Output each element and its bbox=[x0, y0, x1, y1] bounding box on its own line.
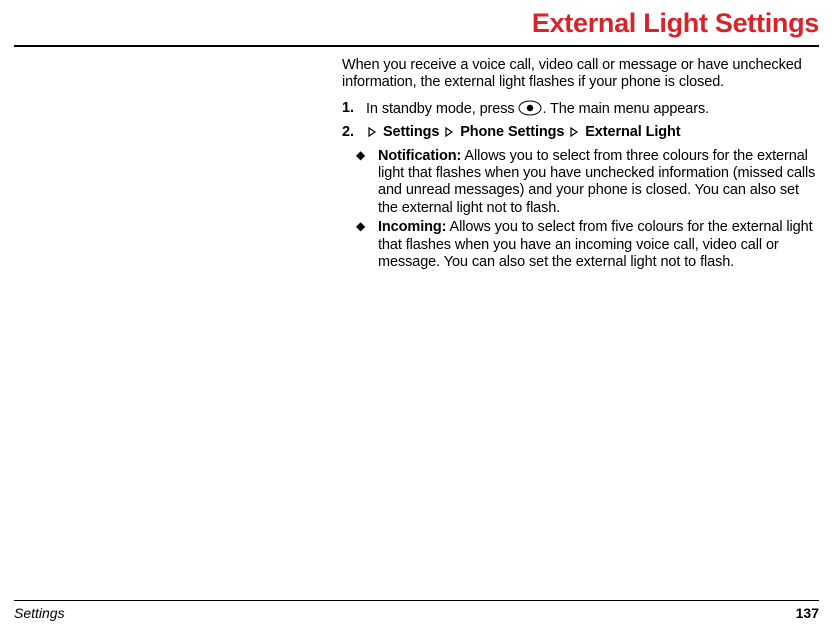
title-rule bbox=[14, 45, 819, 47]
menu-path-item: External Light bbox=[585, 124, 680, 140]
footer-section-name: Settings bbox=[14, 605, 65, 621]
step-content: In standby mode, press . The main menu a… bbox=[366, 100, 819, 118]
sub-item-text: Notification: Allows you to select from … bbox=[378, 148, 819, 218]
chevron-icon bbox=[570, 125, 579, 135]
footer-page-number: 137 bbox=[796, 605, 819, 621]
sub-item-text: Incoming: Allows you to select from five… bbox=[378, 219, 819, 271]
page-footer: Settings 137 bbox=[14, 600, 819, 621]
diamond-bullet-icon: ◆ bbox=[356, 219, 378, 271]
chevron-icon bbox=[368, 125, 377, 135]
step-text-after: . The main menu appears. bbox=[542, 101, 709, 117]
step-content: Settings Phone Settings External Light bbox=[366, 124, 819, 141]
sub-item-incoming: ◆ Incoming: Allows you to select from fi… bbox=[356, 219, 819, 271]
sub-item-label: Notification: bbox=[378, 148, 461, 164]
menu-path-item: Phone Settings bbox=[460, 124, 564, 140]
chevron-icon bbox=[445, 125, 454, 135]
menu-path-item: Settings bbox=[383, 124, 439, 140]
intro-paragraph: When you receive a voice call, video cal… bbox=[342, 57, 819, 92]
page-title: External Light Settings bbox=[14, 0, 819, 45]
sub-list: ◆ Notification: Allows you to select fro… bbox=[356, 148, 819, 272]
body-column: When you receive a voice call, video cal… bbox=[342, 57, 819, 271]
center-key-icon bbox=[518, 100, 542, 116]
step-number: 1. bbox=[342, 100, 366, 118]
step-number: 2. bbox=[342, 124, 366, 141]
step-2: 2. Settings Phone Settings External Ligh… bbox=[342, 124, 819, 141]
manual-page: External Light Settings When you receive… bbox=[0, 0, 833, 639]
sub-item-label: Incoming: bbox=[378, 219, 446, 235]
step-1: 1. In standby mode, press . The main men… bbox=[342, 100, 819, 118]
diamond-bullet-icon: ◆ bbox=[356, 148, 378, 218]
sub-item-notification: ◆ Notification: Allows you to select fro… bbox=[356, 148, 819, 218]
step-text-before: In standby mode, press bbox=[366, 101, 518, 117]
